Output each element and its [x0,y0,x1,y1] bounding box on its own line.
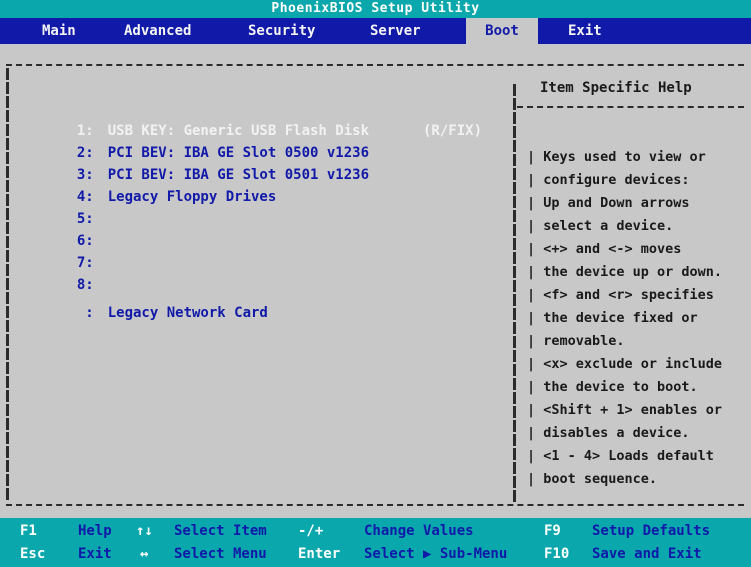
help-line: | removable. [527,333,625,349]
help-title-divider [517,106,744,108]
panel-divider [513,84,516,504]
key-f1[interactable]: F1 [20,520,37,542]
key-f1-label: F1 [20,523,37,539]
help-line: | <+> and <-> moves [527,241,682,257]
key-f10[interactable]: F10 [544,543,569,565]
key-enter-description: Select ▶ Sub-Menu [364,546,508,562]
menu-main[interactable]: Main [42,18,76,44]
menu-exit[interactable]: Exit [568,18,602,44]
key-f9-label: F9 [544,523,561,539]
boot-item-3[interactable]: 3: PCI BEV: IBA GE Slot 0501 v1236 [20,142,369,183]
help-line: | disables a device. [527,425,690,441]
menu-server[interactable]: Server [370,18,421,44]
boot-item-8[interactable]: 8: [20,252,94,293]
key-plusminus-desc: Change Values [364,520,474,542]
boot-item-network[interactable]: : Legacy Network Card [20,280,268,321]
up-down-arrows-icon: ↑↓ [136,523,153,539]
key-leftright-desc: Select Menu [174,543,267,565]
key-f10-description: Save and Exit [592,546,702,562]
help-line: | <x> exclude or include [527,356,723,372]
boot-item-1[interactable]: 1: USB KEY: Generic USB Flash Disk (R/FIX) [20,98,482,139]
key-f9-description: Setup Defaults [592,523,711,539]
key-f1-description: Help [78,523,112,539]
help-line: | the device up or down. [527,264,723,280]
menu-advanced[interactable]: Advanced [124,18,191,44]
left-border [6,68,9,502]
help-line: | the device fixed or [527,310,698,326]
boot-item-7[interactable]: 7: [20,230,94,271]
key-updown[interactable]: ↑↓ [136,520,153,542]
key-f9[interactable]: F9 [544,520,561,542]
boot-item-4[interactable]: 4: Legacy Floppy Drives [20,164,276,205]
help-title: Item Specific Help [540,80,692,96]
menu-bar: Main Advanced Security Server Boot Exit [0,18,751,44]
key-esc-label: Esc [20,546,46,562]
key-plusminus-description: Change Values [364,523,474,539]
key-updown-description: Select Item [174,523,267,539]
key-f10-label: F10 [544,546,570,562]
key-legend-bar: F1 Help ↑↓ Select Item -/+ Change Values… [0,518,751,567]
key-esc-description: Exit [78,546,112,562]
help-line: | select a device. [527,218,674,234]
boot-item-device: Legacy Network Card [107,305,268,321]
help-line: | Up and Down arrows [527,195,690,211]
boot-item-number: : [85,305,94,321]
key-plusminus-label: -/+ [298,523,324,539]
help-line: | <f> and <r> specifies [527,287,714,303]
key-plusminus[interactable]: -/+ [298,520,323,542]
key-f1-desc: Help [78,520,112,542]
menu-security[interactable]: Security [248,18,315,44]
key-leftright-description: Select Menu [174,546,267,562]
help-line: | configure devices: [527,172,690,188]
help-line: | boot sequence. [527,471,658,487]
boot-item-device: Legacy Floppy Drives [107,189,277,205]
key-enter[interactable]: Enter [298,543,340,565]
key-f10-desc: Save and Exit [592,543,702,565]
help-line: | the device to boot. [527,379,698,395]
boot-item-flag: (R/FIX) [423,123,483,139]
bottom-border [6,504,744,506]
key-enter-desc: Select ▶ Sub-Menu [364,543,507,565]
key-f9-desc: Setup Defaults [592,520,710,542]
key-esc-desc: Exit [78,543,112,565]
menu-boot[interactable]: Boot [466,18,538,44]
key-leftright[interactable]: ↔ [140,543,148,565]
boot-item-6[interactable]: 6: [20,208,94,249]
help-line: | Keys used to view or [527,149,706,165]
key-enter-label: Enter [298,546,341,562]
boot-item-5[interactable]: 5: [20,186,94,227]
window-title: PhoenixBIOS Setup Utility [0,0,751,18]
top-border [6,64,744,66]
key-esc[interactable]: Esc [20,543,45,565]
left-right-arrows-icon: ↔ [140,546,149,562]
help-line: | <Shift + 1> enables or [527,402,723,418]
key-updown-desc: Select Item [174,520,267,542]
help-line: | <1 - 4> Loads default [527,448,714,464]
boot-item-2[interactable]: 2: PCI BEV: IBA GE Slot 0500 v1236 [20,120,369,161]
